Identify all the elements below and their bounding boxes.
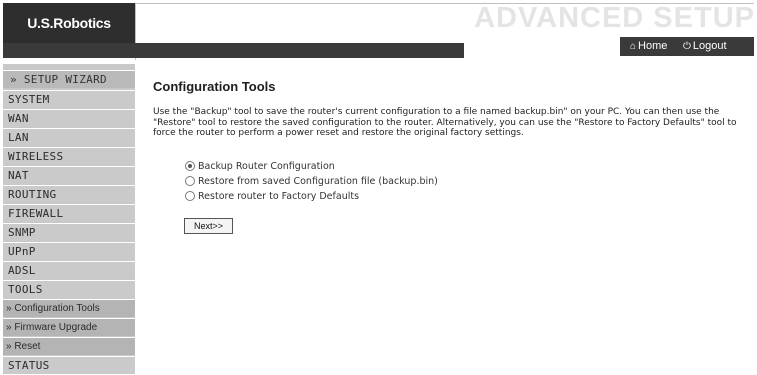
sidebar-item-wan[interactable]: WAN	[3, 109, 135, 127]
option-backup[interactable]: Backup Router Configuration	[185, 160, 335, 172]
sidebar-item-wireless[interactable]: WIRELESS	[3, 147, 135, 165]
sidebar-item-status[interactable]: STATUS	[3, 356, 135, 374]
logout-link[interactable]: ⏻ Logout	[683, 37, 727, 56]
sidebar-item-routing[interactable]: ROUTING	[3, 185, 135, 203]
radio-restore-file[interactable]	[185, 176, 195, 186]
sidebar-item-configuration-tools[interactable]: » Configuration Tools	[3, 299, 135, 317]
home-icon: ⌂	[630, 41, 637, 52]
usrobotics-logo: U.S.Robotics	[3, 3, 135, 43]
sidebar-item-system[interactable]: SYSTEM	[3, 90, 135, 108]
header: U.S.Robotics ADVANCED SETUP ⌂ Home ⏻ Log…	[0, 0, 757, 60]
sidebar-item-tools[interactable]: TOOLS	[3, 280, 135, 298]
radio-factory-defaults[interactable]	[185, 191, 195, 201]
sidebar-item-firmware-upgrade[interactable]: » Firmware Upgrade	[3, 318, 135, 336]
option-factory-defaults[interactable]: Restore router to Factory Defaults	[185, 190, 359, 202]
header-dark-bar	[3, 43, 464, 58]
page-title: Configuration Tools	[153, 79, 276, 94]
option-backup-label: Backup Router Configuration	[198, 160, 335, 172]
sidebar-item-firewall[interactable]: FIREWALL	[3, 204, 135, 222]
sidebar-item-snmp[interactable]: SNMP	[3, 223, 135, 241]
home-logout-bar: ⌂ Home ⏻ Logout	[620, 37, 754, 56]
sidebar-item-upnp[interactable]: UPnP	[3, 242, 135, 260]
sidebar-item-adsl[interactable]: ADSL	[3, 261, 135, 279]
option-factory-defaults-label: Restore router to Factory Defaults	[198, 190, 360, 202]
sidebar-item-setup-wizard[interactable]: » SETUP WIZARD	[3, 70, 135, 88]
intro-text: Use the "Backup" tool to save the router…	[153, 107, 737, 138]
next-button[interactable]: Next>>	[184, 218, 233, 234]
logo-text: U.S.Robotics	[27, 15, 111, 31]
option-restore-file[interactable]: Restore from saved Configuration file (b…	[185, 175, 438, 187]
logout-label: Logout	[692, 40, 727, 52]
advanced-setup-title: ADVANCED SETUP	[474, 2, 755, 34]
sidebar-item-reset[interactable]: » Reset	[3, 337, 135, 355]
home-label: Home	[638, 40, 668, 52]
sidebar: » SETUP WIZARD SYSTEM WAN LAN WIRELESS N…	[3, 64, 135, 374]
sidebar-item-nat[interactable]: NAT	[3, 166, 135, 184]
radio-backup[interactable]	[185, 161, 195, 171]
option-restore-file-label: Restore from saved Configuration file (b…	[198, 175, 438, 187]
power-icon: ⏻	[683, 41, 691, 52]
home-link[interactable]: ⌂ Home	[630, 37, 667, 56]
sidebar-item-lan[interactable]: LAN	[3, 128, 135, 146]
